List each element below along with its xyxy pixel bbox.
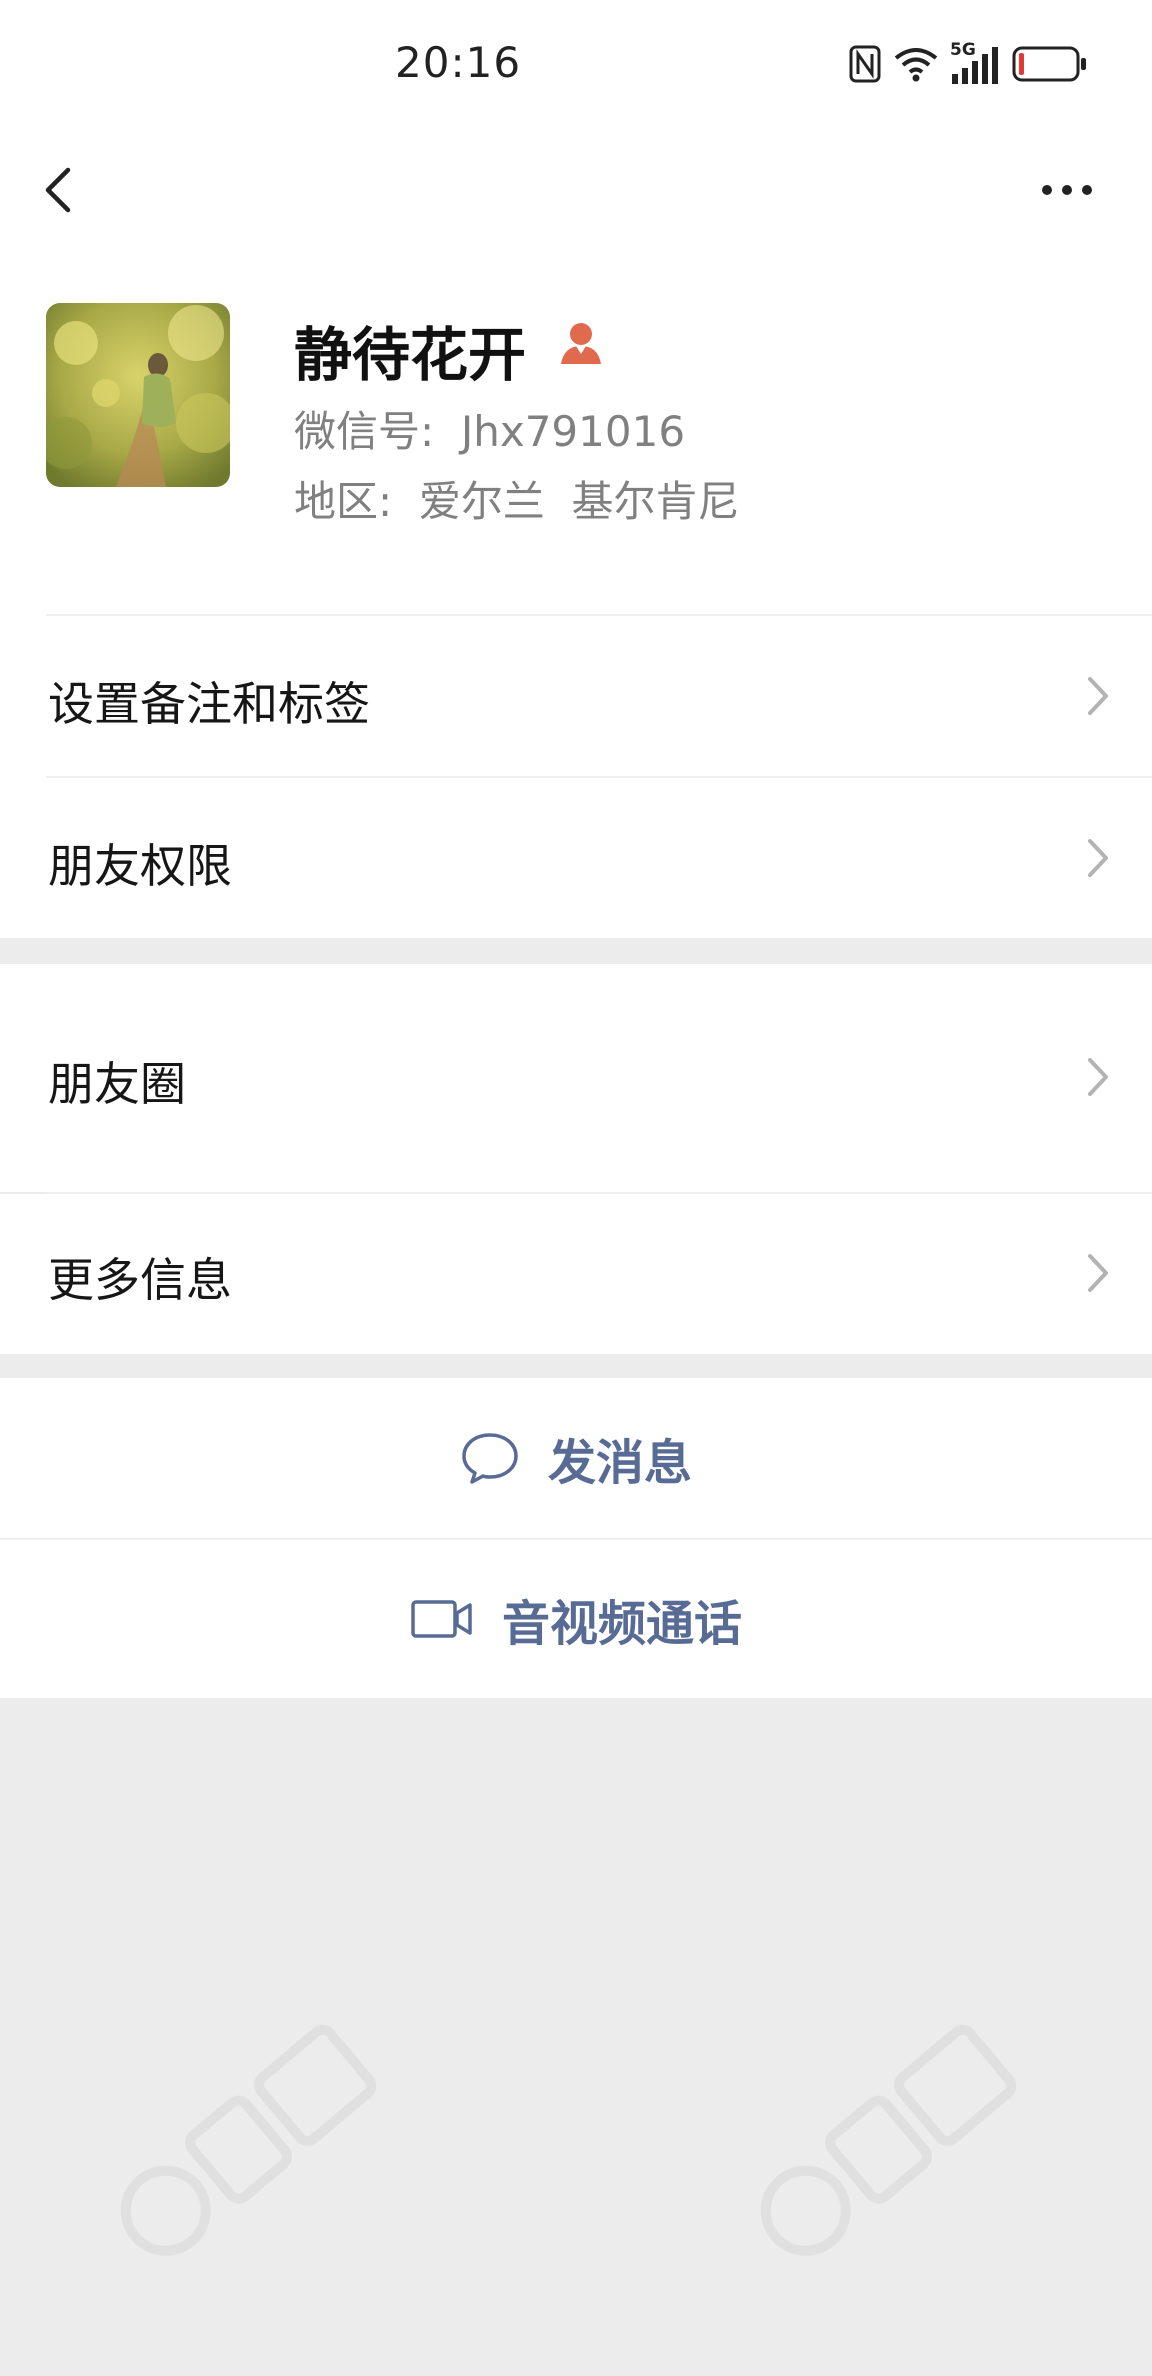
signal-icon <box>952 47 998 84</box>
chevron-right-icon <box>1088 1254 1108 1292</box>
wifi-icon <box>894 48 938 82</box>
row-label: 朋友圈 <box>48 1057 186 1111</box>
status-bar: 20:16 5G <box>0 0 1152 130</box>
moments-row[interactable]: 朋友圈 <box>0 964 1152 1192</box>
chevron-right-icon <box>1088 839 1108 877</box>
voice-video-call-button[interactable]: 音视频通话 <box>0 1540 1152 1698</box>
region: 地区: 爱尔兰 基尔肯尼 <box>294 477 740 526</box>
more-info-row[interactable]: 更多信息 <box>0 1194 1152 1354</box>
chevron-right-icon <box>1088 677 1108 715</box>
watermark-logo <box>760 2024 1017 2256</box>
contact-name: 静待花开 <box>294 321 527 389</box>
female-icon <box>561 323 601 364</box>
back-arrow-icon[interactable] <box>30 160 90 220</box>
nfc-icon <box>849 45 881 83</box>
video-camera-icon <box>411 1600 472 1638</box>
send-message-label: 发消息 <box>547 1435 692 1491</box>
chevron-right-icon <box>1088 1058 1108 1096</box>
row-label: 朋友权限 <box>48 839 232 893</box>
watermark-logo <box>120 2024 377 2256</box>
more-icon[interactable] <box>1032 162 1102 218</box>
wechat-id: 微信号: Jhx791016 <box>294 407 686 456</box>
row-label: 设置备注和标签 <box>48 677 370 731</box>
friend-permissions-row[interactable]: 朋友权限 <box>0 778 1152 938</box>
voice-video-call-label: 音视频通话 <box>501 1596 742 1652</box>
chat-bubble-icon <box>462 1433 518 1484</box>
avatar[interactable] <box>46 303 230 487</box>
row-label: 更多信息 <box>48 1253 232 1307</box>
remarks-tags-row[interactable]: 设置备注和标签 <box>0 616 1152 776</box>
send-message-button[interactable]: 发消息 <box>0 1378 1152 1538</box>
battery-icon <box>1012 46 1086 82</box>
status-time: 20:16 <box>395 38 522 87</box>
nav-bar <box>0 140 1152 240</box>
profile-header: 静待花开 微信号: Jhx791016 地区: 爱尔兰 基尔肯尼 <box>0 300 1152 560</box>
